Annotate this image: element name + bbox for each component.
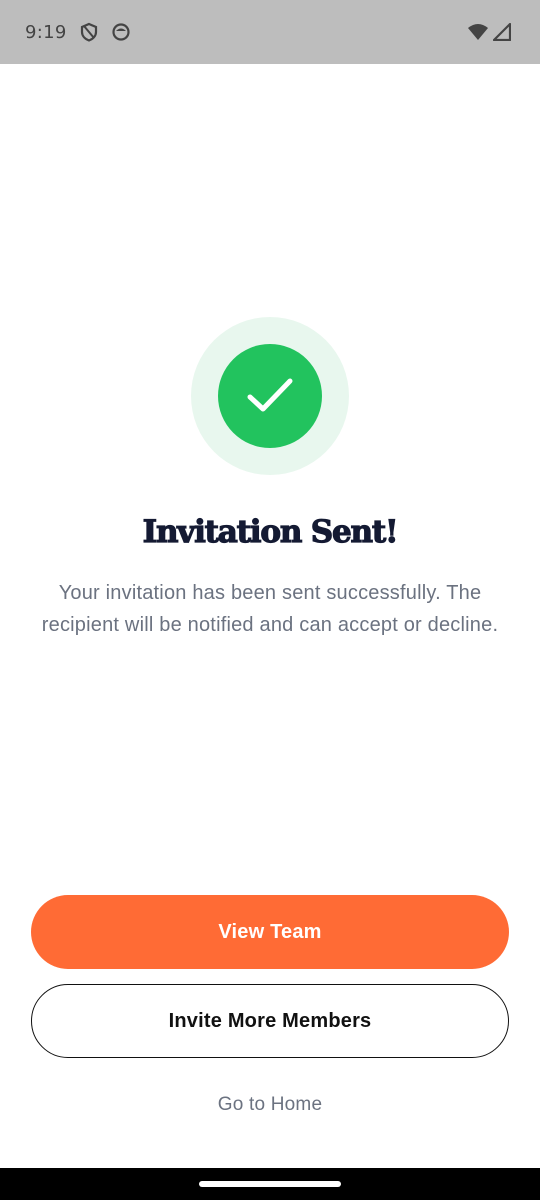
status-bar-right bbox=[468, 22, 512, 42]
view-team-button[interactable]: View Team bbox=[31, 895, 509, 969]
status-time: 9:19 bbox=[25, 21, 67, 43]
status-bar-left: 9:19 bbox=[25, 22, 131, 43]
wifi-icon bbox=[468, 22, 488, 42]
face-icon bbox=[111, 22, 131, 42]
invitation-sent-screen: 9:19 Invitation Sent! Your invitation ha… bbox=[0, 0, 540, 1200]
success-message: Your invitation has been sent successful… bbox=[41, 582, 499, 636]
invite-more-members-button[interactable]: Invite More Members bbox=[31, 984, 509, 1058]
success-icon-circle bbox=[218, 344, 322, 448]
go-to-home-link[interactable]: Go to Home bbox=[170, 1088, 370, 1122]
shield-icon bbox=[79, 22, 99, 42]
status-bar: 9:19 bbox=[0, 0, 540, 64]
page-title: Invitation Sent! bbox=[142, 513, 399, 550]
success-icon-ring bbox=[191, 317, 349, 475]
signal-icon bbox=[492, 22, 512, 42]
home-indicator[interactable] bbox=[199, 1181, 341, 1187]
checkmark-icon bbox=[247, 378, 293, 412]
